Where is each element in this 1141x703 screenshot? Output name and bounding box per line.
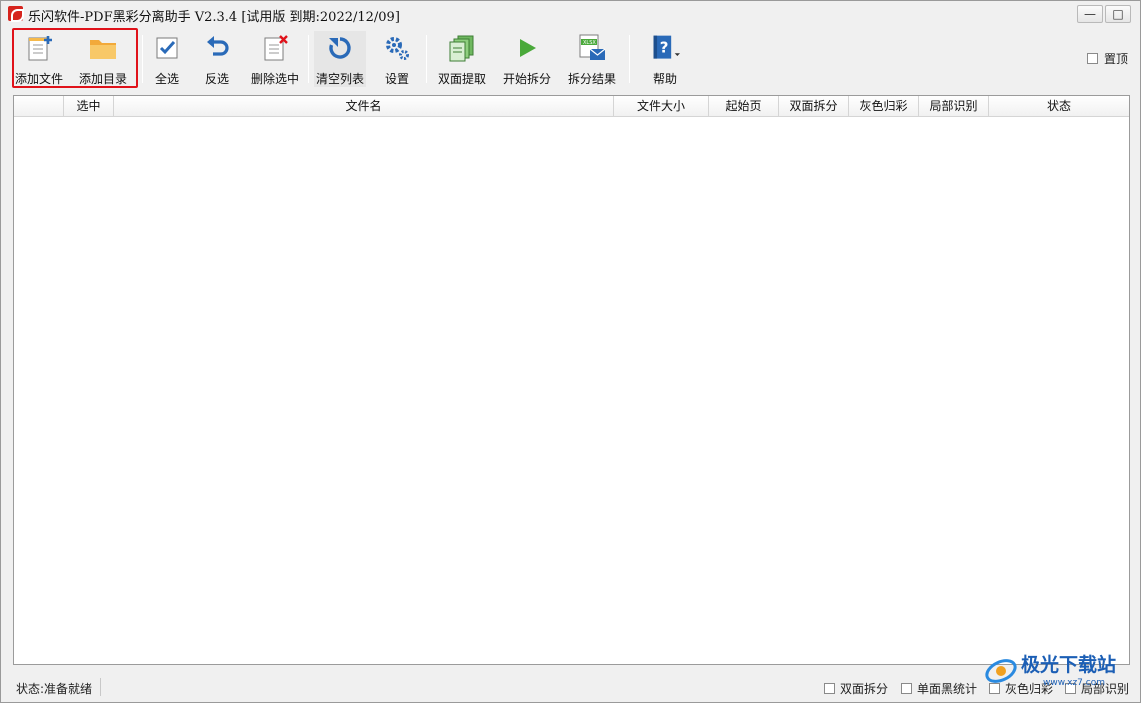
svg-text:XLSX: XLSX	[583, 40, 596, 46]
split-result-label: 拆分结果	[567, 72, 616, 86]
invert-select-button[interactable]: 反选	[199, 31, 235, 87]
duplex-split-label: 双面拆分	[840, 682, 889, 696]
toolbar-separator	[142, 35, 143, 83]
split-result-button[interactable]: XLSX 拆分结果	[566, 31, 618, 87]
checkbox-checked-icon	[152, 33, 182, 63]
svg-text:www.xz7.com: www.xz7.com	[1043, 678, 1105, 688]
column-header-partial-recognition[interactable]: 局部识别	[919, 96, 989, 116]
pin-on-top-label: 置顶	[1103, 52, 1128, 66]
pin-on-top-checkbox[interactable]	[1086, 53, 1098, 64]
option-duplex-split[interactable]: 双面拆分	[824, 680, 888, 697]
status-text: 状态:准备就绪	[16, 682, 93, 696]
app-logo-icon	[8, 6, 24, 22]
option-single-black-count[interactable]: 单面黑统计	[901, 680, 977, 697]
help-button[interactable]: ? 帮助	[641, 31, 689, 87]
delete-selected-button[interactable]: 删除选中	[249, 31, 301, 87]
duplex-extract-button[interactable]: 双面提取	[436, 31, 488, 87]
maximize-button[interactable]: □	[1105, 5, 1131, 23]
toolbar-separator	[629, 35, 630, 83]
minimize-button[interactable]: —	[1077, 5, 1103, 23]
select-all-button[interactable]: 全选	[149, 31, 185, 87]
table-header: 选中 文件名 文件大小 起始页 双面拆分 灰色归彩 局部识别 状态	[14, 96, 1129, 117]
play-icon	[512, 33, 542, 63]
settings-label: 设置	[384, 72, 409, 86]
clear-list-label: 清空列表	[315, 72, 364, 86]
file-list-table[interactable]: 选中 文件名 文件大小 起始页 双面拆分 灰色归彩 局部识别 状态	[13, 95, 1130, 665]
toolbar-separator	[308, 35, 309, 83]
column-header-filesize[interactable]: 文件大小	[614, 96, 709, 116]
single-black-count-label: 单面黑统计	[917, 682, 978, 696]
column-header-selected[interactable]: 选中	[64, 96, 114, 116]
column-header-duplex-split[interactable]: 双面拆分	[779, 96, 849, 116]
help-label: 帮助	[652, 72, 677, 86]
duplex-extract-label: 双面提取	[437, 72, 486, 86]
clear-list-button[interactable]: 清空列表	[314, 31, 366, 87]
help-book-icon: ?	[650, 33, 680, 63]
delete-file-icon	[260, 33, 290, 63]
toolbar: 添加文件 添加目录 全选 反选 删除选中 清空列表 设置 双面提取 开始拆分 X…	[1, 27, 1140, 89]
pages-stack-icon	[447, 33, 477, 63]
maximize-icon: □	[1112, 7, 1124, 21]
column-header-status[interactable]: 状态	[989, 96, 1129, 116]
single-black-count-checkbox[interactable]	[901, 683, 912, 694]
invert-select-label: 反选	[204, 72, 229, 86]
svg-text:极光下载站: 极光下载站	[1021, 653, 1116, 676]
title-bar: 乐闪软件-PDF黑彩分离助手 V2.3.4 [试用版 到期:2022/12/09…	[1, 1, 1140, 27]
xlsx-mail-icon: XLSX	[577, 33, 607, 63]
column-header-filename[interactable]: 文件名	[114, 96, 614, 116]
start-split-button[interactable]: 开始拆分	[501, 31, 553, 87]
minimize-icon: —	[1084, 7, 1096, 21]
gear-icon	[382, 33, 412, 63]
select-all-label: 全选	[154, 72, 179, 86]
svg-text:?: ?	[660, 38, 669, 56]
undo-arrow-icon	[202, 33, 232, 63]
toolbar-separator	[426, 35, 427, 83]
app-window: 乐闪软件-PDF黑彩分离助手 V2.3.4 [试用版 到期:2022/12/09…	[0, 0, 1141, 703]
refresh-icon	[325, 33, 355, 63]
pin-on-top-option[interactable]: 置顶	[1086, 50, 1128, 67]
delete-selected-label: 删除选中	[250, 72, 299, 86]
settings-button[interactable]: 设置	[379, 31, 415, 87]
column-header-gray-to-color[interactable]: 灰色归彩	[849, 96, 919, 116]
duplex-split-checkbox[interactable]	[824, 683, 835, 694]
annotation-highlight-box	[12, 28, 138, 88]
watermark-logo: 极光下载站 www.xz7.com	[981, 649, 1137, 689]
window-title: 乐闪软件-PDF黑彩分离助手 V2.3.4 [试用版 到期:2022/12/09…	[28, 10, 400, 25]
status-bar: 状态:准备就绪 双面拆分 单面黑统计 灰色归彩 局部识别	[1, 673, 1140, 702]
column-header-index[interactable]	[14, 96, 64, 116]
status-separator	[100, 678, 101, 696]
column-header-start-page[interactable]: 起始页	[709, 96, 779, 116]
start-split-label: 开始拆分	[502, 72, 551, 86]
